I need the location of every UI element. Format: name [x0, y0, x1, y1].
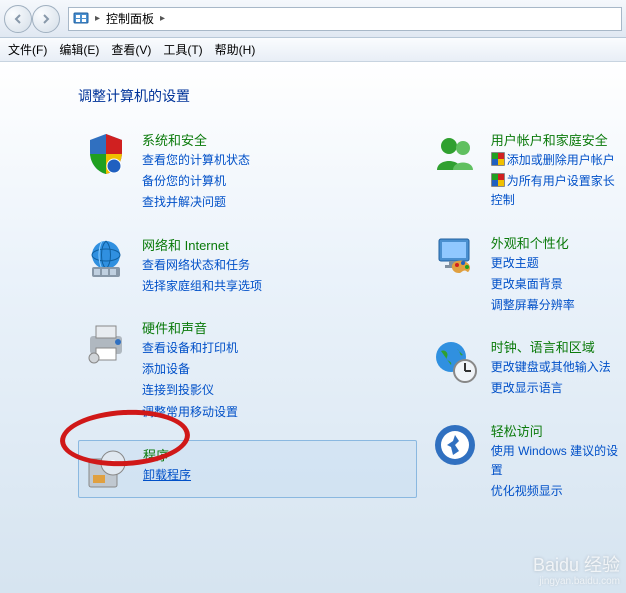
control-panel-icon [73, 11, 89, 27]
menu-view[interactable]: 查看(V) [111, 41, 151, 58]
printer-icon [82, 318, 130, 366]
address-bar[interactable]: ▸ 控制面板 ▸ [68, 7, 622, 31]
globe-network-icon [82, 235, 130, 283]
category-link[interactable]: 查看您的计算机状态 [142, 151, 250, 170]
category-title[interactable]: 轻松访问 [491, 421, 622, 440]
programs-icon [83, 445, 131, 493]
nav-arrows [4, 5, 60, 33]
category-link[interactable]: 查看网络状态和任务 [142, 256, 262, 275]
breadcrumb-sep-icon: ▸ [160, 13, 165, 24]
clock-globe-icon [431, 337, 479, 385]
menu-help[interactable]: 帮助(H) [215, 41, 256, 58]
category-hardware: 硬件和声音 查看设备和打印机 添加设备 连接到投影仪 调整常用移动设置 [78, 314, 417, 426]
content-area: 调整计算机的设置 系统和安全 查看您的计算机状态 备份您的计算机 查找并解决问题 [0, 62, 626, 593]
navigation-bar: ▸ 控制面板 ▸ [0, 0, 626, 38]
category-title[interactable]: 外观和个性化 [491, 233, 575, 252]
menu-tools[interactable]: 工具(T) [163, 41, 202, 58]
category-title[interactable]: 系统和安全 [142, 130, 250, 149]
category-link[interactable]: 选择家庭组和共享选项 [142, 277, 262, 296]
category-link[interactable]: 查看设备和打印机 [142, 339, 238, 358]
category-link[interactable]: 查找并解决问题 [142, 193, 250, 212]
breadcrumb-sep-icon: ▸ [95, 13, 100, 24]
category-system: 系统和安全 查看您的计算机状态 备份您的计算机 查找并解决问题 [78, 126, 417, 217]
category-title[interactable]: 程序 [143, 445, 191, 464]
category-link[interactable]: 更改键盘或其他输入法 [491, 358, 611, 377]
users-icon [431, 130, 479, 178]
category-link[interactable]: 调整常用移动设置 [142, 403, 238, 422]
category-title[interactable]: 用户帐户和家庭安全 [491, 130, 622, 149]
category-ease: 轻松访问 使用 Windows 建议的设置 优化视频显示 [427, 417, 626, 506]
category-link[interactable]: 优化视频显示 [491, 482, 622, 501]
category-link[interactable]: 备份您的计算机 [142, 172, 250, 191]
category-link[interactable]: 添加或删除用户帐户 [491, 151, 622, 170]
category-network: 网络和 Internet 查看网络状态和任务 选择家庭组和共享选项 [78, 231, 417, 300]
menu-edit[interactable]: 编辑(E) [59, 41, 99, 58]
ease-access-icon [431, 421, 479, 469]
category-title[interactable]: 网络和 Internet [142, 235, 262, 254]
category-appearance: 外观和个性化 更改主题 更改桌面背景 调整屏幕分辨率 [427, 229, 626, 320]
uninstall-program-link[interactable]: 卸载程序 [143, 466, 191, 485]
watermark-sub: jingyan.baidu.com [533, 576, 620, 587]
category-link[interactable]: 为所有用户设置家长控制 [491, 172, 622, 210]
category-link[interactable]: 更改桌面背景 [491, 275, 575, 294]
monitor-palette-icon [431, 233, 479, 281]
category-link[interactable]: 连接到投影仪 [142, 381, 238, 400]
category-title[interactable]: 时钟、语言和区域 [491, 337, 611, 356]
menu-file[interactable]: 文件(F) [8, 41, 47, 58]
watermark: Baidu 经验 jingyan.baidu.com [533, 556, 620, 587]
category-link[interactable]: 调整屏幕分辨率 [491, 296, 575, 315]
breadcrumb[interactable]: 控制面板 [106, 10, 154, 27]
forward-button[interactable] [32, 5, 60, 33]
arrow-right-icon [40, 13, 52, 25]
category-link[interactable]: 添加设备 [142, 360, 238, 379]
back-button[interactable] [4, 5, 32, 33]
category-users: 用户帐户和家庭安全 添加或删除用户帐户 为所有用户设置家长控制 [427, 126, 626, 215]
page-title: 调整计算机的设置 [78, 86, 626, 106]
category-link[interactable]: 更改主题 [491, 254, 575, 273]
category-link[interactable]: 更改显示语言 [491, 379, 611, 398]
watermark-main: Baidu 经验 [533, 556, 620, 576]
shield-icon [82, 130, 130, 178]
category-clock: 时钟、语言和区域 更改键盘或其他输入法 更改显示语言 [427, 333, 626, 402]
category-programs[interactable]: 程序 卸载程序 [78, 440, 417, 498]
category-link[interactable]: 使用 Windows 建议的设置 [491, 442, 622, 480]
arrow-left-icon [12, 13, 24, 25]
category-title[interactable]: 硬件和声音 [142, 318, 238, 337]
menu-bar: 文件(F) 编辑(E) 查看(V) 工具(T) 帮助(H) [0, 38, 626, 62]
